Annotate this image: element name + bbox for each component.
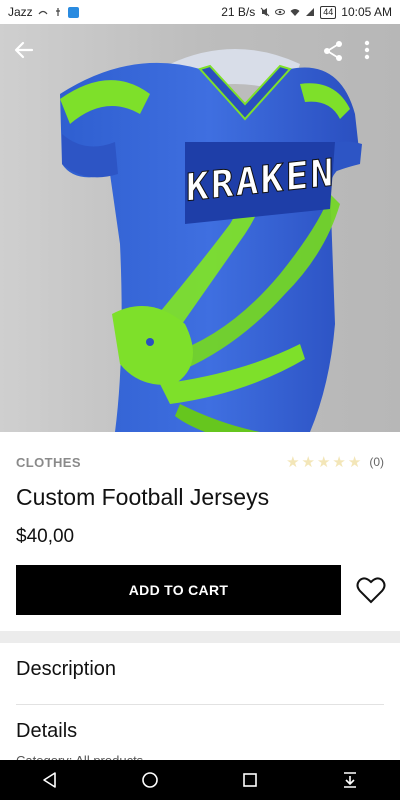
back-button[interactable] (14, 40, 42, 68)
more-vert-icon (364, 40, 370, 60)
status-right: 21 B/s 44 10:05 AM (221, 5, 392, 19)
details-section[interactable]: Details (16, 720, 384, 743)
net-speed: 21 B/s (221, 5, 256, 19)
nav-back-button[interactable] (30, 760, 70, 800)
nav-home-button[interactable] (130, 760, 170, 800)
arrow-left-icon (14, 41, 34, 59)
share-icon (324, 41, 342, 61)
eye-icon (275, 8, 286, 16)
app-notification-icon (67, 6, 79, 18)
navigation-bar (0, 760, 400, 800)
mute-icon (260, 7, 270, 17)
divider (16, 704, 384, 705)
star-icon: ★ (316, 453, 331, 471)
cell-signal-icon (306, 8, 315, 16)
description-section[interactable]: Description (16, 658, 384, 681)
carrier-label: Jazz (8, 5, 33, 19)
jersey-illustration (60, 49, 362, 432)
star-icon: ★ (286, 453, 300, 471)
wifi-icon (290, 9, 300, 16)
star-icon: ★ (347, 453, 362, 471)
square-recents-icon (243, 773, 257, 787)
more-options-button[interactable] (364, 40, 392, 68)
rating-count: (0) (369, 455, 384, 469)
heart-icon[interactable] (356, 576, 386, 604)
product-image[interactable]: KRAKEN (0, 24, 400, 432)
status-bar: Jazz 21 B/s 44 10:05 AM (0, 0, 400, 24)
star-icon: ★ (301, 453, 315, 471)
circle-home-icon (142, 772, 158, 788)
pull-down-icon (344, 772, 356, 788)
product-price: $40,00 (16, 526, 75, 547)
add-to-cart-button[interactable]: ADD TO CART (16, 565, 341, 615)
clock: 10:05 AM (341, 5, 392, 19)
section-divider (0, 631, 400, 643)
triangle-back-icon (43, 772, 56, 788)
usb-icon (55, 8, 60, 16)
nav-notifications-button[interactable] (330, 760, 370, 800)
status-left: Jazz (8, 5, 79, 19)
product-title: Custom Football Jerseys (16, 484, 270, 510)
category-row: CLOTHES ★ ★ ★ ★ ★ (0) (16, 454, 384, 470)
product-category[interactable]: CLOTHES (16, 455, 81, 470)
star-icon: ★ (332, 453, 346, 471)
rating[interactable]: ★ ★ ★ ★ ★ (0) (286, 455, 384, 470)
battery-icon: 44 (320, 5, 337, 19)
share-button[interactable] (322, 40, 350, 68)
nav-recents-button[interactable] (230, 760, 270, 800)
signal-hd-icon (38, 10, 48, 15)
